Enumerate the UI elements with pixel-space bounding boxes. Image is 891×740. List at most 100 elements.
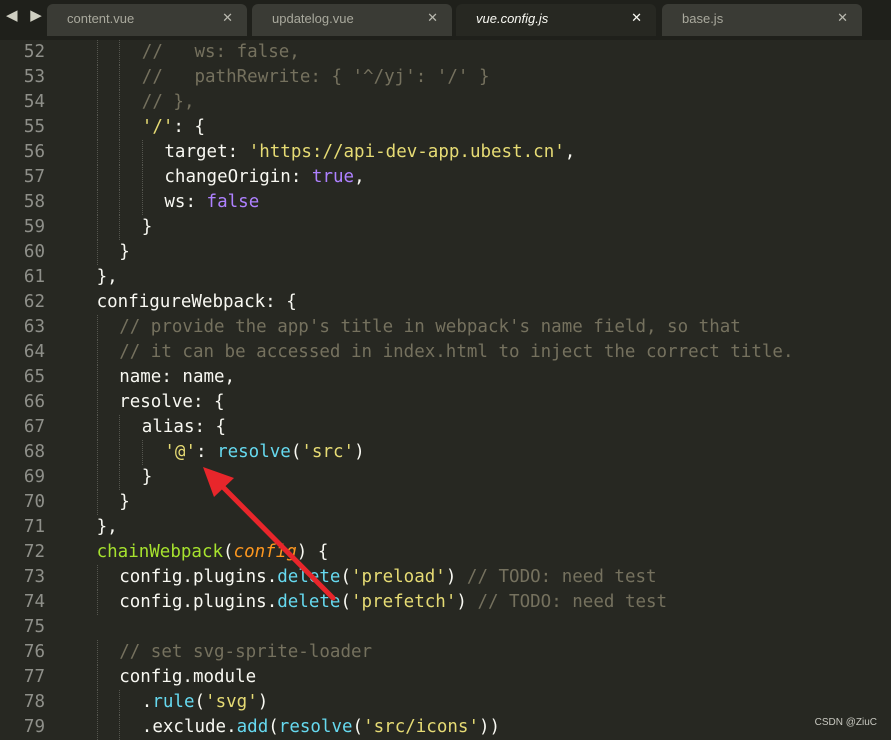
code-token: config.module: [119, 667, 257, 687]
indent-guide: [96, 315, 99, 340]
code-line: 74 config.plugins.delete('prefetch') // T…: [0, 590, 891, 615]
indent-guide: [141, 165, 144, 190]
tab-updatelog-vue[interactable]: updatelog.vue ✕: [252, 4, 452, 36]
code-text: // ws: false,: [142, 40, 300, 65]
code-token: resolve: [278, 717, 353, 737]
code-token: config: [233, 542, 297, 562]
code-token: (: [340, 592, 351, 612]
code-text: '/': {: [142, 115, 205, 140]
code-token: delete: [277, 567, 341, 587]
line-number: 70: [23, 492, 45, 512]
code-token: // set svg-sprite-loader: [119, 642, 373, 662]
tab-base-js[interactable]: base.js ✕: [662, 4, 862, 36]
code-token: 'src/icons': [363, 717, 479, 737]
code-line: 61},: [0, 265, 891, 290]
code-token: name: name,: [119, 367, 236, 387]
line-number: 55: [23, 117, 45, 137]
code-token: configureWebpack: {: [96, 292, 297, 312]
code-line: 62 configureWebpack: {: [0, 290, 891, 315]
tab-content-vue[interactable]: content.vue ✕: [47, 4, 247, 36]
line-number: 69: [23, 467, 45, 487]
code-line: 70}: [0, 490, 891, 515]
code-line: 77 config.module: [0, 665, 891, 690]
code-token: (: [290, 442, 302, 462]
line-number: 56: [23, 142, 45, 162]
line-number: 54: [23, 92, 45, 112]
indent-guide: [96, 715, 99, 740]
indent-guide: [96, 640, 99, 665]
code-token: // it can be accessed in index.html to i…: [119, 342, 794, 362]
code-token: false: [206, 192, 260, 212]
close-icon[interactable]: ✕: [631, 11, 642, 26]
code-text: }: [119, 240, 130, 265]
line-number: 53: [23, 67, 45, 87]
code-text: name: name,: [119, 365, 235, 390]
indent-guide: [96, 565, 99, 590]
line-number: 58: [23, 192, 45, 212]
close-icon[interactable]: ✕: [222, 11, 233, 26]
code-token: }: [119, 242, 130, 262]
tab-label: updatelog.vue: [272, 11, 354, 26]
line-number: 76: [23, 642, 45, 662]
code-token: .exclude.: [141, 717, 237, 737]
code-token: },: [96, 517, 118, 537]
code-text: .rule('svg'): [142, 690, 268, 715]
indent-guide: [96, 115, 99, 140]
tab-label: content.vue: [67, 11, 135, 26]
code-line: 63 // provide the app's title in webpack'…: [0, 315, 891, 340]
code-token: resolve: {: [119, 392, 225, 412]
indent-guide: [96, 590, 99, 615]
code-text: // set svg-sprite-loader: [119, 640, 372, 665]
code-line: 71},: [0, 515, 891, 540]
indent-guide: [96, 490, 99, 515]
code-line: 67 alias: {: [0, 415, 891, 440]
indent-guide: [96, 340, 99, 365]
line-number: 77: [23, 667, 45, 687]
code-token: ): [456, 592, 478, 612]
tab-vue-config-js[interactable]: vue.config.js ✕: [456, 4, 656, 36]
close-icon[interactable]: ✕: [427, 11, 438, 26]
indent-guide: [119, 115, 121, 140]
indent-guide: [119, 140, 121, 165]
code-line: 54 // },: [0, 90, 891, 115]
code-text: }: [119, 490, 130, 515]
code-text: config.plugins.delete('preload') // TODO…: [119, 565, 656, 590]
code-token: 'https://api-dev-app.ubest.cn': [248, 142, 565, 162]
code-line: 68 '@': resolve('src'): [0, 440, 891, 465]
code-line: 73 config.plugins.delete('preload') // TO…: [0, 565, 891, 590]
code-text: config.plugins.delete('prefetch') // TOD…: [119, 590, 667, 615]
code-token: add: [236, 717, 269, 737]
code-token: }: [141, 217, 153, 237]
code-line: 66 resolve: {: [0, 390, 891, 415]
indent-guide: [96, 190, 99, 215]
code-text: alias: {: [142, 415, 226, 440]
code-token: )): [479, 717, 501, 737]
code-line: 76 // set svg-sprite-loader: [0, 640, 891, 665]
code-line: 64 // it can be accessed in index.html to…: [0, 340, 891, 365]
close-icon[interactable]: ✕: [837, 11, 848, 26]
tab-label: base.js: [682, 11, 724, 26]
line-number: 61: [23, 267, 45, 287]
tab-nav-arrows-icon[interactable]: ◀ ▶: [6, 6, 46, 24]
code-token: target:: [164, 142, 249, 162]
code-token: true: [311, 167, 355, 187]
code-token: }: [141, 467, 153, 487]
indent-guide: [96, 690, 99, 715]
code-token: config.plugins.: [119, 567, 278, 587]
code-token: // TODO: need test: [466, 567, 657, 587]
code-text: resolve: {: [119, 390, 224, 415]
code-token: .: [141, 692, 153, 712]
code-text: // it can be accessed in index.html to i…: [119, 340, 793, 365]
code-editor[interactable]: 52 // ws: false, 53 // pathRewrite: { '^/yj…: [0, 40, 891, 740]
indent-guide: [96, 440, 99, 465]
code-token: // provide the app's title in webpack's …: [119, 317, 741, 337]
line-number: 62: [23, 292, 45, 312]
tab-bar: ◀ ▶ content.vue ✕ updatelog.vue ✕ vue.config…: [0, 0, 891, 40]
code-token: 'preload': [351, 567, 446, 587]
code-token: '@': [164, 442, 196, 462]
code-line: 65 name: name,: [0, 365, 891, 390]
indent-guide: [141, 190, 144, 215]
indent-guide: [119, 215, 121, 240]
code-token: ,: [354, 167, 365, 187]
code-text: changeOrigin: true,: [164, 165, 364, 190]
